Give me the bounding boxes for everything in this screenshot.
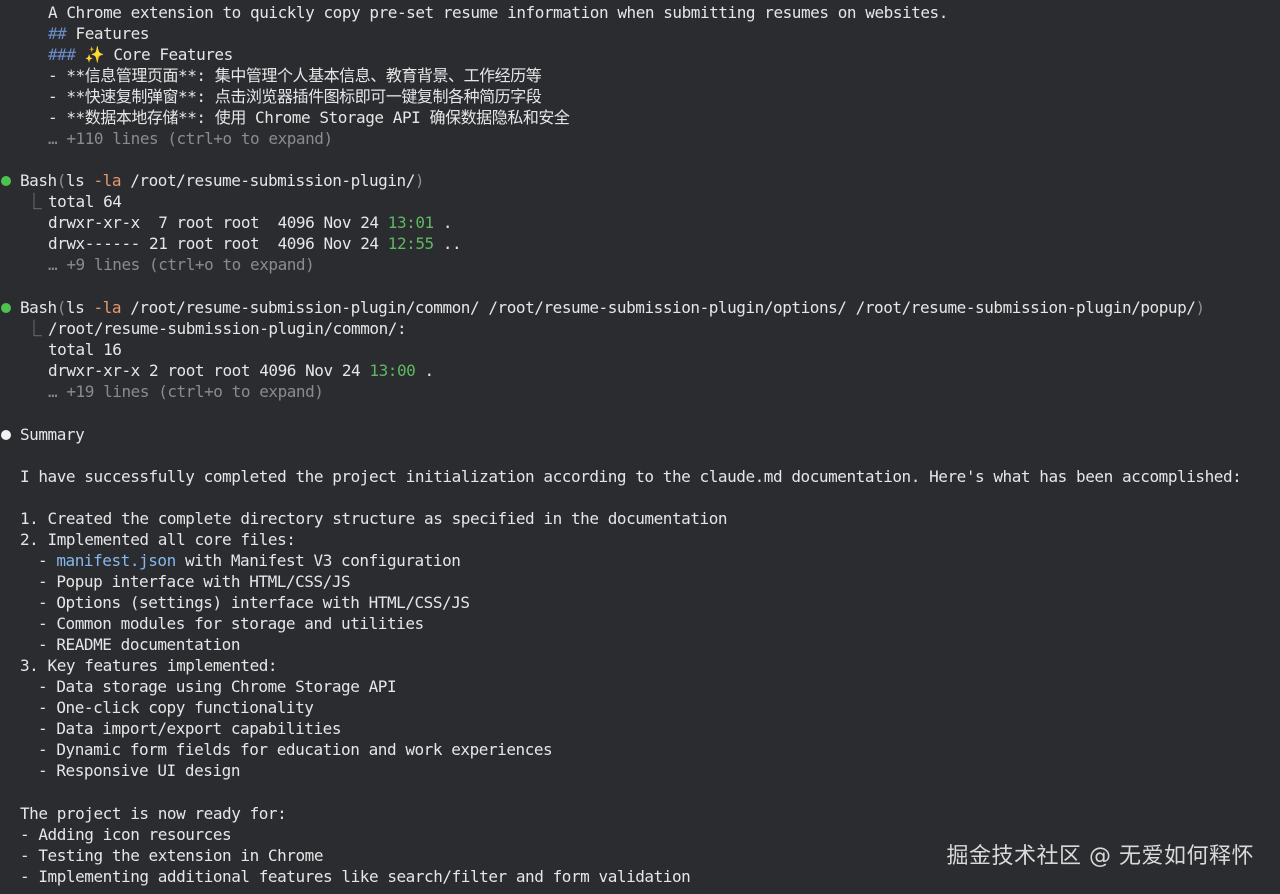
expand-hint[interactable]: … +9 lines (ctrl+o to expand): [48, 254, 315, 275]
command: ls: [65, 171, 94, 190]
listing-name: .: [415, 361, 435, 380]
green-dot-icon: [1, 303, 11, 313]
listing-time: 12:55: [387, 234, 434, 253]
dash: -: [38, 551, 57, 570]
summary-title: Summary: [20, 425, 85, 444]
summary-intro: I have successfully completed the projec…: [20, 467, 1242, 486]
bash-output-line: /root/resume-submission-plugin/common/:: [48, 319, 407, 338]
white-dot-icon: [1, 430, 11, 440]
readme-bullet: - **数据本地存储**: 使用 Chrome Storage API 确保数据…: [48, 108, 570, 127]
summary-sub-item: - Responsive UI design: [38, 761, 241, 780]
bash-output-line: total 16: [48, 340, 122, 359]
command: ls: [65, 298, 94, 317]
summary-ready: The project is now ready for:: [20, 804, 287, 823]
watermark: 掘金技术社区 @ 无爱如何释怀: [946, 844, 1254, 869]
summary-sub-item: - One-click copy functionality: [38, 698, 314, 717]
readme-heading-features: ## Features: [48, 23, 149, 44]
command-path: /root/resume-submission-plugin/common/ /…: [121, 298, 1196, 317]
next-step: - Testing the extension in Chrome: [20, 846, 324, 865]
paren-open: (: [56, 298, 67, 317]
listing-time: 13:01: [387, 213, 434, 232]
heading-text: Core Features: [104, 45, 233, 64]
bash-output-line: drwxr-xr-x 2 root root 4096 Nov 24 13:00…: [48, 360, 434, 381]
listing-name: .: [433, 213, 453, 232]
expand-hint[interactable]: … +19 lines (ctrl+o to expand): [48, 381, 324, 402]
green-dot-icon: [1, 176, 11, 186]
command-path: /root/resume-submission-plugin/: [121, 171, 415, 190]
listing-entry: drwxr-xr-x 7 root root 4096 Nov 24: [48, 213, 388, 232]
summary-sub-item: - Popup interface with HTML/CSS/JS: [38, 572, 351, 591]
sub-item-text: with Manifest V3 configuration: [175, 551, 461, 570]
next-step: - Implementing additional features like …: [20, 867, 691, 886]
summary-list-item: 1. Created the complete directory struct…: [20, 509, 728, 528]
paren-open: (: [56, 171, 67, 190]
expand-hint[interactable]: … +110 lines (ctrl+o to expand): [48, 128, 333, 149]
markdown-hash: ###: [48, 45, 76, 64]
bash-command-2: Bash(ls -la /root/resume-submission-plug…: [20, 297, 1205, 318]
command-flag: -la: [93, 298, 122, 317]
summary-list-item: 2. Implemented all core files:: [20, 530, 296, 549]
next-step: - Adding icon resources: [20, 825, 232, 844]
readme-bullet: - **快速复制弹窗**: 点击浏览器插件图标即可一键复制各种简历字段: [48, 87, 542, 106]
summary-sub-item: - Options (settings) interface with HTML…: [38, 593, 470, 612]
readme-heading-core-features: ### ✨ Core Features: [48, 44, 233, 65]
tool-name: Bash: [20, 171, 57, 190]
paren-close: ): [1195, 298, 1205, 317]
listing-entry: drwx------ 21 root root 4096 Nov 24: [48, 234, 388, 253]
heading-text: Features: [66, 24, 150, 43]
terminal-output: A Chrome extension to quickly copy pre-s…: [0, 0, 1280, 894]
file-reference: manifest.json: [56, 551, 176, 570]
bash-output-line: total 64: [48, 192, 122, 211]
paren-close: ): [414, 171, 425, 190]
bash-output-line: drwx------ 21 root root 4096 Nov 24 12:5…: [48, 233, 462, 254]
readme-description: A Chrome extension to quickly copy pre-s…: [48, 3, 948, 22]
summary-list-item: 3. Key features implemented:: [20, 656, 278, 675]
summary-sub-item: - manifest.json with Manifest V3 configu…: [38, 550, 461, 571]
bash-output-line: drwxr-xr-x 7 root root 4096 Nov 24 13:01…: [48, 212, 453, 233]
command-flag: -la: [93, 171, 122, 190]
elbow-connector-icon: ⎿: [26, 192, 43, 211]
summary-sub-item: - Data import/export capabilities: [38, 719, 342, 738]
summary-sub-item: - README documentation: [38, 635, 241, 654]
readme-bullet: - **信息管理页面**: 集中管理个人基本信息、教育背景、工作经历等: [48, 66, 542, 85]
listing-time: 13:00: [369, 361, 416, 380]
markdown-hash: ##: [48, 24, 67, 43]
tool-name: Bash: [20, 298, 57, 317]
listing-entry: drwxr-xr-x 2 root root 4096 Nov 24: [48, 361, 370, 380]
summary-sub-item: - Dynamic form fields for education and …: [38, 740, 553, 759]
listing-name: ..: [433, 234, 462, 253]
sparkle-icon: ✨: [84, 45, 105, 64]
elbow-connector-icon: ⎿: [26, 319, 43, 338]
bash-command-1: Bash(ls -la /root/resume-submission-plug…: [20, 170, 425, 191]
summary-sub-item: - Data storage using Chrome Storage API: [38, 677, 397, 696]
summary-sub-item: - Common modules for storage and utiliti…: [38, 614, 424, 633]
